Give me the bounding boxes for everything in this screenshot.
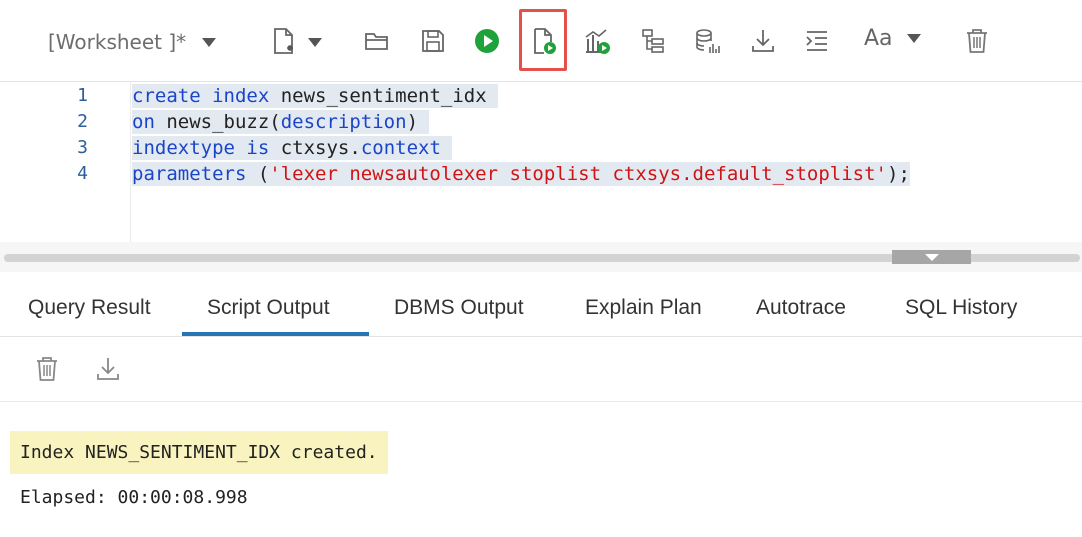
- line-number: 4: [77, 163, 88, 184]
- new-worksheet-icon: [274, 28, 293, 54]
- sql-keyword: indextype: [132, 137, 235, 159]
- line-number: 3: [77, 137, 88, 158]
- new-worksheet-button[interactable]: [266, 24, 300, 58]
- code-line: indextype is ctxsys.context: [132, 136, 453, 160]
- active-tab-indicator: [182, 332, 369, 336]
- sql-keyword: context: [360, 137, 441, 159]
- run-script-icon: [534, 28, 556, 54]
- sql-keyword: description: [280, 111, 407, 133]
- sql-editor[interactable]: 1 2 3 4 create index news_sentiment_idx …: [0, 82, 1082, 242]
- autotrace-icon: [585, 29, 610, 54]
- elapsed-time: Elapsed: 00:00:08.998: [20, 487, 248, 508]
- sql-text: news_sentiment_idx: [269, 85, 499, 107]
- autotrace-button[interactable]: [580, 24, 614, 58]
- chevron-down-icon[interactable]: [308, 38, 322, 47]
- sql-keyword: is: [246, 137, 270, 159]
- code-line: parameters ('lexer newsautolexer stoplis…: [132, 162, 910, 186]
- chevron-down-icon: [202, 37, 217, 47]
- worksheet-selector[interactable]: [Worksheet ]*: [48, 30, 217, 54]
- script-output-panel: Index NEWS_SENTIMENT_IDX created. Elapse…: [0, 402, 1082, 537]
- output-message: Index NEWS_SENTIMENT_IDX created.: [10, 431, 388, 474]
- tab-sql-history[interactable]: SQL History: [905, 296, 1017, 320]
- tab-query-result[interactable]: Query Result: [28, 296, 151, 320]
- clear-button[interactable]: [960, 24, 994, 58]
- trash-icon: [967, 29, 987, 53]
- sql-text: );: [887, 163, 910, 185]
- tab-script-output[interactable]: Script Output: [207, 296, 330, 320]
- explain-plan-button[interactable]: [636, 24, 670, 58]
- download-icon: [752, 30, 774, 52]
- format-button[interactable]: [800, 24, 834, 58]
- line-number: 2: [77, 111, 88, 132]
- sql-text: news_buzz(: [154, 111, 281, 133]
- font-size-icon: Aa: [864, 26, 893, 51]
- line-number-gutter: 1 2 3 4: [0, 82, 131, 242]
- explain-plan-icon: [642, 29, 664, 53]
- save-icon: [422, 30, 444, 52]
- sql-text: ctxsys.: [269, 137, 361, 159]
- open-icon: [365, 33, 388, 50]
- tab-dbms-output[interactable]: DBMS Output: [394, 296, 524, 320]
- sql-keyword: parameters: [132, 163, 247, 185]
- trash-icon: [37, 357, 57, 381]
- font-size-button[interactable]: Aa: [864, 26, 921, 51]
- chevron-down-icon: [906, 34, 921, 43]
- tab-autotrace[interactable]: Autotrace: [756, 296, 846, 320]
- sql-tuning-icon: [696, 29, 720, 53]
- run-statement-icon: [475, 29, 499, 53]
- output-tabs: Query Result Script Output DBMS Output E…: [0, 272, 1082, 337]
- download-output-button[interactable]: [93, 353, 123, 385]
- sql-text: ): [406, 111, 430, 133]
- worksheet-toolbar: [Worksheet ]* Aa: [0, 0, 1082, 82]
- line-number: 1: [77, 85, 88, 106]
- splitter-handle[interactable]: [892, 250, 971, 264]
- sql-keyword: on: [132, 111, 155, 133]
- run-script-button[interactable]: [526, 24, 560, 58]
- download-icon: [97, 358, 119, 380]
- sql-text: (: [246, 163, 270, 185]
- run-statement-button[interactable]: [470, 24, 504, 58]
- download-button[interactable]: [746, 24, 780, 58]
- clear-output-button[interactable]: [32, 353, 62, 385]
- sql-keyword: create: [132, 85, 201, 107]
- open-button[interactable]: [360, 24, 394, 58]
- pane-splitter[interactable]: [0, 242, 1082, 272]
- collapse-icon: [925, 254, 939, 261]
- sql-tuning-button[interactable]: [690, 24, 724, 58]
- worksheet-selector-label: [Worksheet ]*: [48, 30, 187, 54]
- code-line: create index news_sentiment_idx: [132, 84, 499, 108]
- code-line: on news_buzz(description): [132, 110, 430, 134]
- save-button[interactable]: [416, 24, 450, 58]
- sql-keyword: index: [212, 85, 270, 107]
- output-toolbar: [0, 337, 1082, 402]
- sql-string: 'lexer newsautolexer stoplist ctxsys.def…: [269, 163, 887, 185]
- tab-explain-plan[interactable]: Explain Plan: [585, 296, 702, 320]
- format-icon: [806, 31, 827, 51]
